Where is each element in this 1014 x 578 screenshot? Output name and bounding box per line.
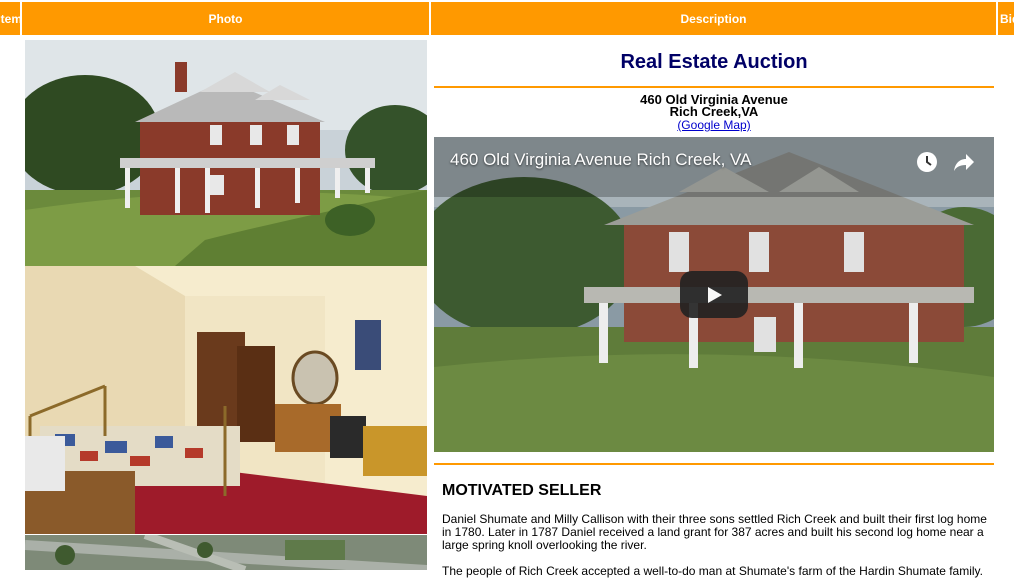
play-button[interactable]: [680, 271, 748, 318]
property-photo-aerial[interactable]: [25, 535, 427, 570]
google-map-link[interactable]: (Google Map): [434, 118, 994, 132]
description-paragraph: The people of Rich Creek accepted a well…: [442, 564, 983, 578]
listing-address: 460 Old Virginia Avenue Rich Creek,VA: [434, 93, 994, 119]
column-header-description: Description: [431, 2, 997, 35]
property-photo-exterior[interactable]: [25, 40, 427, 266]
play-icon: [708, 286, 722, 303]
address-line-2: Rich Creek,VA: [669, 104, 759, 119]
description-paragraph: Daniel Shumate and Milly Callison with t…: [442, 512, 987, 552]
divider: [434, 463, 994, 465]
clock-icon[interactable]: [916, 151, 938, 173]
column-header-photo-label: Photo: [208, 11, 243, 26]
divider: [434, 86, 994, 88]
column-header-item: Item: [0, 2, 21, 35]
column-header-photo: Photo: [22, 2, 430, 35]
column-header-bid-label: Bid: [1000, 11, 1014, 26]
section-heading: MOTIVATED SELLER: [442, 482, 602, 499]
share-icon[interactable]: [952, 151, 976, 173]
property-photo-bedroom[interactable]: [25, 266, 427, 534]
column-header-bid: Bid: [998, 2, 1014, 35]
video-title[interactable]: 460 Old Virginia Avenue Rich Creek, VA: [450, 150, 751, 170]
column-header-item-label: Item: [0, 11, 21, 26]
video-player[interactable]: 460 Old Virginia Avenue Rich Creek, VA: [434, 137, 994, 452]
column-header-description-label: Description: [680, 11, 747, 26]
listing-title: Real Estate Auction: [620, 51, 808, 73]
